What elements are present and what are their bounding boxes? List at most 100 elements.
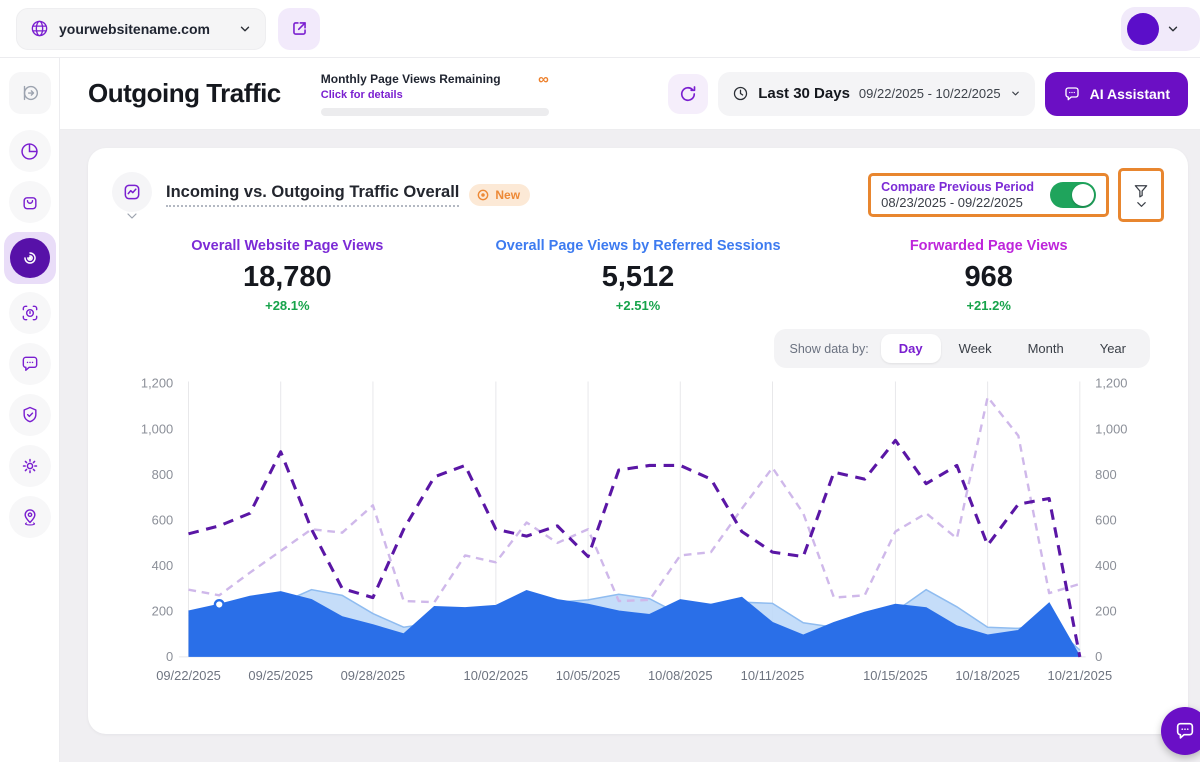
svg-text:09/22/2025: 09/22/2025: [156, 668, 221, 683]
svg-text:10/11/2025: 10/11/2025: [741, 668, 805, 683]
compare-label[interactable]: Compare Previous Period: [881, 180, 1034, 194]
globe-icon: [30, 19, 49, 38]
svg-text:10/15/2025: 10/15/2025: [863, 668, 928, 683]
user-avatar: [1127, 13, 1159, 45]
metric-delta: +21.2%: [813, 298, 1164, 313]
metric-overall-page-views: Overall Website Page Views 18,780 +28.1%: [112, 238, 463, 313]
chevron-down-icon: [1010, 88, 1021, 99]
content-area: Incoming vs. Outgoing Traffic Overall Ne…: [60, 130, 1200, 762]
svg-text:600: 600: [152, 512, 174, 527]
chevron-down-icon: [238, 22, 252, 36]
chat-bubble-icon: [1174, 720, 1196, 742]
filter-button[interactable]: [1118, 168, 1164, 222]
shield-check-icon: [20, 405, 40, 425]
svg-text:400: 400: [1095, 558, 1117, 573]
date-range-value: 09/22/2025 - 10/22/2025: [859, 86, 1001, 101]
sidebar: [0, 58, 60, 762]
metric-value: 968: [813, 261, 1164, 294]
quota-label: Monthly Page Views Remaining: [321, 72, 501, 86]
quota-widget: Monthly Page Views Remaining ∞ Click for…: [321, 72, 549, 116]
quota-details-link[interactable]: Click for details: [321, 89, 549, 101]
svg-text:800: 800: [152, 467, 174, 482]
shopping-bag-icon: [20, 192, 40, 212]
ai-assistant-button[interactable]: AI Assistant: [1045, 72, 1188, 116]
chevron-down-icon: [1166, 22, 1180, 36]
card-icon-button[interactable]: [112, 172, 152, 218]
sidebar-item-security[interactable]: [9, 394, 51, 436]
refresh-icon: [678, 84, 698, 104]
traffic-chart-container[interactable]: 002002004004006006008008001,0001,0001,20…: [112, 370, 1164, 691]
collapse-sidebar-icon: [19, 82, 41, 104]
clock-icon: [732, 85, 749, 102]
sidebar-collapse-button[interactable]: [9, 72, 51, 114]
granularity-label: Show data by:: [790, 342, 869, 356]
location-pin-icon: [20, 507, 40, 527]
metric-label: Overall Website Page Views: [112, 238, 463, 254]
site-selector-value: yourwebsitename.com: [59, 21, 228, 37]
svg-text:1,000: 1,000: [1095, 421, 1127, 436]
metric-label: Forwarded Page Views: [813, 238, 1164, 254]
svg-text:1,200: 1,200: [1095, 376, 1127, 391]
granularity-tab-month[interactable]: Month: [1010, 334, 1082, 363]
focus-target-icon: [20, 303, 40, 323]
pie-chart-icon: [19, 141, 40, 162]
refresh-button[interactable]: [668, 74, 708, 114]
metric-forwarded-page-views: Forwarded Page Views 968 +21.2%: [813, 238, 1164, 313]
date-range-picker[interactable]: Last 30 Days 09/22/2025 - 10/22/2025: [718, 72, 1034, 116]
svg-text:1,000: 1,000: [141, 421, 173, 436]
sidebar-item-traffic-active[interactable]: [4, 232, 56, 284]
svg-text:10/08/2025: 10/08/2025: [648, 668, 713, 683]
svg-text:200: 200: [1095, 604, 1117, 619]
site-selector[interactable]: yourwebsitename.com: [16, 8, 266, 50]
chevron-down-icon: [126, 212, 138, 220]
metric-delta: +28.1%: [112, 298, 463, 313]
quota-progress-bar: [321, 108, 549, 116]
account-menu[interactable]: [1121, 7, 1200, 51]
metrics-row: Overall Website Page Views 18,780 +28.1%…: [112, 238, 1164, 313]
traffic-radar-icon: [19, 247, 41, 269]
granularity-switcher: Show data by: Day Week Month Year: [774, 329, 1151, 368]
svg-text:09/25/2025: 09/25/2025: [248, 668, 313, 683]
sidebar-item-settings[interactable]: [9, 445, 51, 487]
new-badge-label: New: [495, 188, 520, 202]
svg-text:10/02/2025: 10/02/2025: [464, 668, 529, 683]
chat-bubble-icon: [20, 354, 40, 374]
svg-text:10/18/2025: 10/18/2025: [955, 668, 1020, 683]
traffic-chart: 002002004004006006008008001,0001,0001,20…: [112, 370, 1164, 691]
granularity-tab-week[interactable]: Week: [941, 334, 1010, 363]
svg-text:0: 0: [166, 649, 173, 664]
sidebar-item-locations[interactable]: [9, 496, 51, 538]
compare-previous-period-box: Compare Previous Period 08/23/2025 - 09/…: [868, 173, 1109, 217]
sidebar-item-store[interactable]: [9, 181, 51, 223]
sidebar-item-messages[interactable]: [9, 343, 51, 385]
svg-text:600: 600: [1095, 512, 1117, 527]
page-title: Outgoing Traffic: [88, 78, 281, 109]
line-chart-icon: [122, 182, 142, 202]
svg-text:800: 800: [1095, 467, 1117, 482]
chevron-down-icon: [1136, 201, 1147, 208]
svg-text:10/21/2025: 10/21/2025: [1048, 668, 1113, 683]
metric-value: 18,780: [112, 261, 463, 294]
svg-text:09/28/2025: 09/28/2025: [341, 668, 406, 683]
svg-text:400: 400: [152, 558, 174, 573]
svg-text:200: 200: [152, 604, 174, 619]
open-site-button[interactable]: [278, 8, 320, 50]
svg-text:1,200: 1,200: [141, 376, 173, 391]
compare-toggle[interactable]: [1050, 182, 1096, 208]
infinity-icon: ∞: [538, 72, 549, 87]
traffic-card: Incoming vs. Outgoing Traffic Overall Ne…: [88, 148, 1188, 734]
granularity-tab-day[interactable]: Day: [881, 334, 941, 363]
card-title: Incoming vs. Outgoing Traffic Overall: [166, 183, 459, 207]
granularity-tab-year[interactable]: Year: [1082, 334, 1144, 363]
sidebar-item-tracking[interactable]: [9, 292, 51, 334]
topbar: yourwebsitename.com: [0, 0, 1200, 58]
metric-label: Overall Page Views by Referred Sessions: [463, 238, 814, 254]
ai-assistant-label: AI Assistant: [1090, 86, 1170, 102]
date-preset-label: Last 30 Days: [758, 85, 850, 102]
external-link-icon: [290, 19, 309, 38]
sidebar-item-analytics[interactable]: [9, 130, 51, 172]
new-badge: New: [469, 184, 530, 206]
funnel-icon: [1132, 182, 1150, 200]
chat-bubble-icon: [1063, 85, 1081, 103]
metric-referred-page-views: Overall Page Views by Referred Sessions …: [463, 238, 814, 313]
